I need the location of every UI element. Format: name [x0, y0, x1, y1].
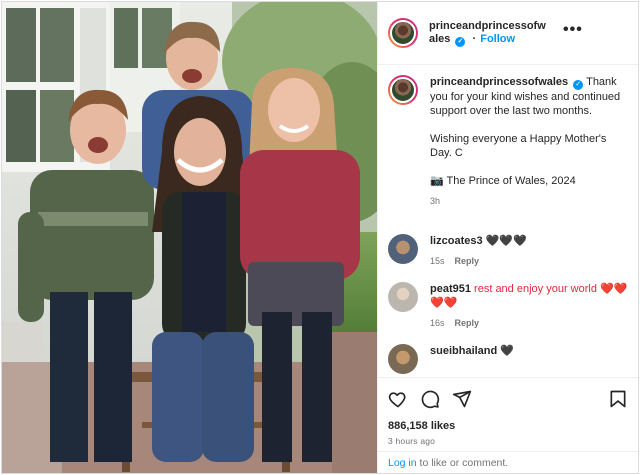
login-link[interactable]: Log in [388, 457, 417, 469]
comment-row: peat951 rest and enjoy your world ❤️❤️ ❤… [388, 282, 628, 330]
reply-button[interactable]: Reply [455, 318, 480, 328]
action-icons [388, 386, 628, 412]
caption-text: Thank you for your kind wishes and conti… [430, 76, 621, 187]
author-avatar[interactable] [388, 18, 418, 48]
comment-username[interactable]: peat951 [430, 283, 471, 295]
like-count[interactable]: 886,158 likes [388, 420, 628, 432]
comment-meta: 15s Reply [430, 254, 628, 268]
bookmark-icon[interactable] [608, 389, 628, 409]
verified-icon: ✓ [573, 80, 584, 90]
caption-meta: 3h [430, 194, 628, 208]
comment-row: sueibhailand 🖤 [388, 344, 628, 374]
post-timestamp: 3 hours ago [388, 436, 436, 446]
post-side-panel: princeandprincessofwales ✓ · Follow ••• p… [377, 2, 638, 473]
comment-avatar[interactable] [388, 234, 418, 264]
login-prompt-text: to like or comment. [416, 457, 509, 469]
comment-icon[interactable] [420, 389, 440, 409]
caption-avatar[interactable] [388, 75, 418, 105]
comment-username[interactable]: lizcoates3 [430, 235, 483, 247]
author-header-text: princeandprincessofwales ✓ · Follow [429, 20, 551, 47]
heart-icon[interactable] [388, 389, 408, 409]
login-prompt: Log in to like or comment. [378, 451, 638, 473]
reply-button[interactable]: Reply [455, 256, 480, 266]
post-header: princeandprincessofwales ✓ · Follow ••• [378, 2, 638, 65]
share-icon[interactable] [452, 389, 472, 409]
comment-meta: 16s Reply [430, 316, 628, 330]
comment-text: 🖤 [500, 345, 515, 357]
caption-username[interactable]: princeandprincessofwales [430, 76, 568, 88]
comments-list[interactable]: princeandprincessofwales ✓ Thank you for… [378, 65, 638, 377]
comment-username[interactable]: sueibhailand [430, 345, 497, 357]
comment-time: 15s [430, 256, 445, 266]
comment-text-block: sueibhailand 🖤 [430, 344, 628, 358]
comment-avatar[interactable] [388, 282, 418, 312]
separator-dot: · [472, 32, 477, 45]
comment-text-block: lizcoates3 🖤🖤🖤 15s Reply [430, 234, 628, 268]
comment-text: 🖤🖤🖤 [485, 235, 527, 247]
caption-time: 3h [430, 196, 441, 206]
comment-text-block: peat951 rest and enjoy your world ❤️❤️ ❤… [430, 282, 628, 330]
more-icon[interactable]: ••• [563, 22, 583, 41]
family-photo-illustration [2, 2, 377, 473]
post-photo[interactable] [2, 2, 377, 473]
verified-icon: ✓ [455, 36, 466, 47]
caption-text-block: princeandprincessofwales ✓ Thank you for… [430, 75, 628, 222]
follow-button[interactable]: Follow [480, 33, 515, 45]
caption-row: princeandprincessofwales ✓ Thank you for… [388, 75, 628, 222]
comment-row: lizcoates3 🖤🖤🖤 15s Reply [388, 234, 628, 268]
comment-avatar[interactable] [388, 344, 418, 374]
comment-time: 16s [430, 318, 445, 328]
post-frame: princeandprincessofwales ✓ · Follow ••• p… [1, 1, 639, 474]
